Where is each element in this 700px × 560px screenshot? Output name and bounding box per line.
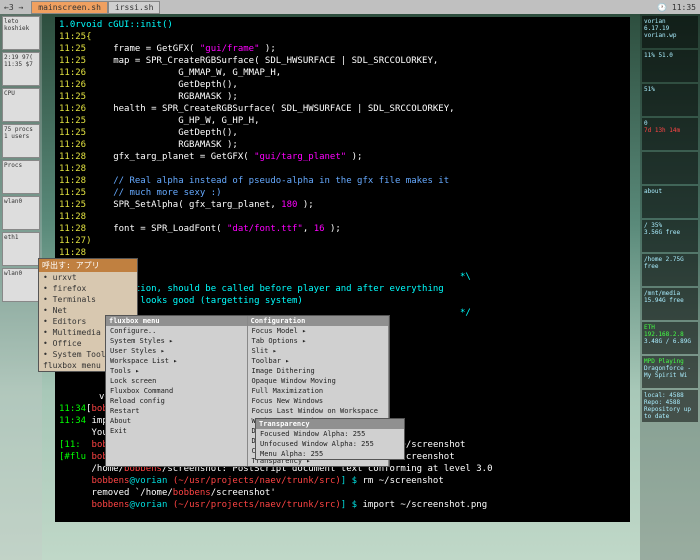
flux-config-item-4[interactable]: Image Dithering bbox=[248, 366, 389, 376]
trans-header: Transparency bbox=[256, 419, 404, 429]
rmon-repo: local: 4588 Repo: 4588Repository up to d… bbox=[642, 390, 698, 422]
flux-config-item-5[interactable]: Opaque Window Moving bbox=[248, 376, 389, 386]
flux-config-item-8[interactable]: Focus Last Window on Workspace bbox=[248, 406, 389, 416]
rmon-graph bbox=[642, 152, 698, 184]
flux-item-1[interactable]: System Styles ▸ bbox=[106, 336, 247, 346]
transparency-menu: Transparency Focused Window Alpha: 255Un… bbox=[255, 418, 405, 460]
taskbar-tab-0[interactable]: mainscreen.sh bbox=[31, 1, 108, 14]
app-menu-header: 呼出す: アプリ bbox=[39, 259, 137, 272]
monitor-host: leto koshiek bbox=[2, 16, 40, 50]
rmon-root: / 35% 3.56G free bbox=[642, 220, 698, 252]
monitor-wlan0: wlan0 bbox=[2, 196, 40, 230]
flux-config-item-1[interactable]: Tab Options ▸ bbox=[248, 336, 389, 346]
right-sidebar: vorian6.17.19 vorian.wp 11% 51.0 51% 07d… bbox=[640, 14, 700, 560]
left-sidebar: leto koshiek 2:19 97( 11:35 $7 CPU 75 pr… bbox=[0, 14, 42, 560]
flux-config-item-7[interactable]: Focus New Windows bbox=[248, 396, 389, 406]
flux-item-6[interactable]: Fluxbox Command bbox=[106, 386, 247, 396]
rmon-host: vorian6.17.19 vorian.wp bbox=[642, 16, 698, 48]
flux-item-7[interactable]: Reload config bbox=[106, 396, 247, 406]
rmon-mem: 51% bbox=[642, 84, 698, 116]
flux-config-item-6[interactable]: Full Maximization bbox=[248, 386, 389, 396]
app-menu-item-0[interactable]: • urxvt bbox=[39, 272, 137, 283]
taskbar-arrows[interactable]: ←3 → bbox=[4, 3, 23, 12]
flux-config-header: Configuration bbox=[248, 316, 389, 326]
flux-item-2[interactable]: User Styles ▸ bbox=[106, 346, 247, 356]
monitor-time: 2:19 97( 11:35 $7 bbox=[2, 52, 40, 86]
trans-item-1[interactable]: Unfocused Window Alpha: 255 bbox=[256, 439, 404, 449]
taskbar-clock: 🕐 11:35 bbox=[657, 3, 696, 12]
monitor-procs: 75 procs 1 users bbox=[2, 124, 40, 158]
rmon-uptime: 07d 13h 14m bbox=[642, 118, 698, 150]
flux-item-3[interactable]: Workspace List ▸ bbox=[106, 356, 247, 366]
flux-config-item-0[interactable]: Focus Model ▸ bbox=[248, 326, 389, 336]
rmon-cpu: 11% 51.0 bbox=[642, 50, 698, 82]
rmon-mpd: MPD PlayingDragonforce - My Spirit Wi bbox=[642, 356, 698, 388]
flux-col-1: fluxbox menu Configure..System Styles ▸U… bbox=[106, 316, 248, 466]
code-title: 1.0rvoid cGUI::init() bbox=[59, 20, 173, 30]
rmon-eth: ETH 192.168.2.83.48G / 6.89G bbox=[642, 322, 698, 354]
rmon-home: /home 2.75G free bbox=[642, 254, 698, 286]
taskbar-tab-1[interactable]: irssi.sh bbox=[108, 1, 161, 14]
flux-item-4[interactable]: Tools ▸ bbox=[106, 366, 247, 376]
app-menu-item-2[interactable]: • Terminals bbox=[39, 294, 137, 305]
flux-item-0[interactable]: Configure.. bbox=[106, 326, 247, 336]
flux-item-8[interactable]: Restart bbox=[106, 406, 247, 416]
monitor-procs2: Procs bbox=[2, 160, 40, 194]
monitor-eth1: eth1 bbox=[2, 232, 40, 266]
rmon-media: /mnt/media15.94G free bbox=[642, 288, 698, 320]
app-menu-item-1[interactable]: • firefox bbox=[39, 283, 137, 294]
flux-item-11[interactable]: Exit bbox=[106, 426, 247, 436]
monitor-cpu: CPU bbox=[2, 88, 40, 122]
flux-item-5[interactable]: Lock screen bbox=[106, 376, 247, 386]
code-block: 11:25{11:25 frame = GetGFX( "gui/frame" … bbox=[59, 31, 626, 331]
trans-item-0[interactable]: Focused Window Alpha: 255 bbox=[256, 429, 404, 439]
flux-config-item-2[interactable]: Slit ▸ bbox=[248, 346, 389, 356]
rmon-about: about bbox=[642, 186, 698, 218]
flux-item-9[interactable]: About bbox=[106, 416, 247, 426]
taskbar: ←3 → mainscreen.sh irssi.sh 🕐 11:35 bbox=[0, 0, 700, 14]
flux-menu-header: fluxbox menu bbox=[106, 316, 247, 326]
trans-item-2[interactable]: Menu Alpha: 255 bbox=[256, 449, 404, 459]
flux-config-item-3[interactable]: Toolbar ▸ bbox=[248, 356, 389, 366]
monitor-wlan0b: wlan0 bbox=[2, 268, 40, 302]
